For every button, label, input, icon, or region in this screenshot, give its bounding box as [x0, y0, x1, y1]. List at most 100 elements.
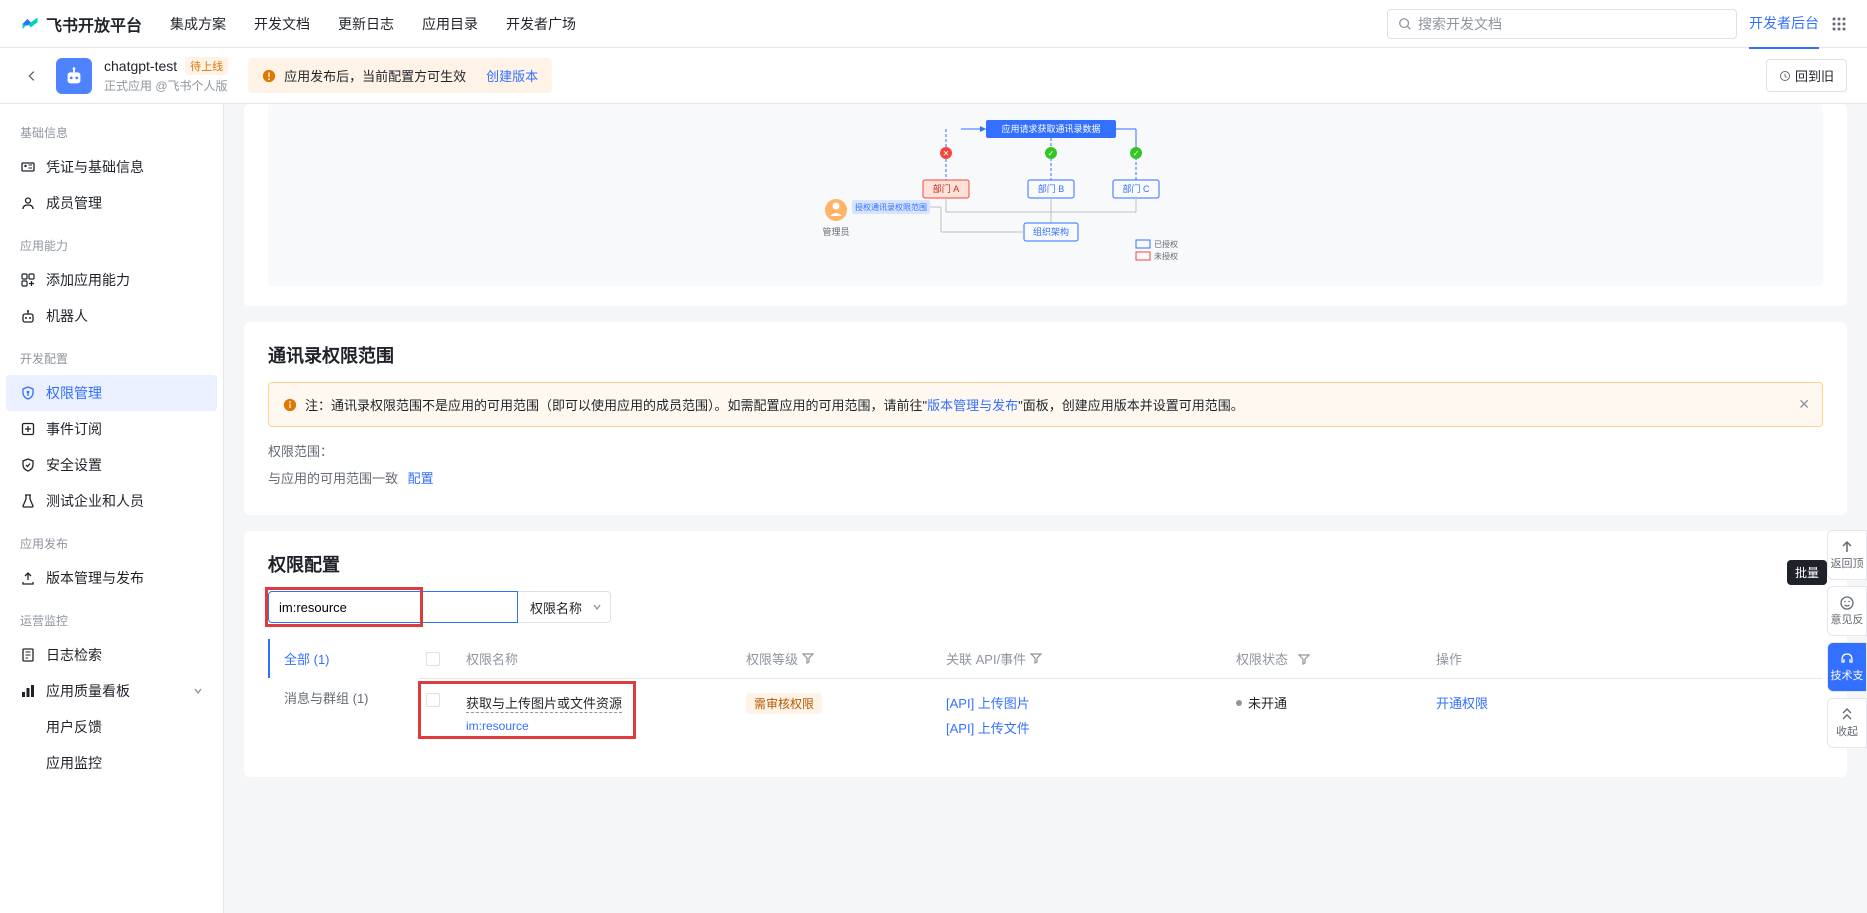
warning-icon: [262, 69, 276, 83]
scope-title: 通讯录权限范围: [268, 342, 1823, 368]
plus-box-icon: [20, 421, 36, 437]
scope-value: 与应用的可用范围一致: [268, 471, 398, 486]
sidebar-item-label: 成员管理: [46, 193, 102, 213]
nav-developers[interactable]: 开发者广场: [506, 14, 576, 34]
level-badge: 需审核权限: [746, 693, 822, 714]
sidebar-item[interactable]: 日志检索: [6, 637, 217, 673]
sidebar-item-label: 权限管理: [46, 383, 102, 403]
shield-key-icon: [20, 385, 36, 401]
sidebar-item[interactable]: 添加应用能力: [6, 262, 217, 298]
content: 应用请求获取通讯录数据 ✕ ✓ ✓ 部门 A 部门 B 部门 C: [224, 104, 1867, 913]
col-action: 操作: [1436, 649, 1815, 668]
sidebar-item[interactable]: 应用监控: [6, 745, 217, 781]
sidebar-item-label: 事件订阅: [46, 419, 102, 439]
svg-text:✕: ✕: [942, 149, 949, 158]
perm-table-head: 权限名称 权限等级 关联 API/事件 权限状态 操作: [418, 639, 1823, 679]
back-top-button[interactable]: 返回顶: [1827, 530, 1867, 580]
perm-type-select[interactable]: 权限名称: [518, 591, 611, 623]
sidebar-item[interactable]: 凭证与基础信息: [6, 149, 217, 185]
collapse-button[interactable]: 收起: [1827, 698, 1867, 748]
perm-code[interactable]: im:resource: [466, 719, 746, 733]
flask-icon: [20, 493, 36, 509]
user-icon: [20, 195, 36, 211]
sidebar-item[interactable]: 应用质量看板: [6, 673, 217, 709]
sidebar-item[interactable]: 用户反馈: [6, 709, 217, 745]
svg-text:部门 B: 部门 B: [1037, 183, 1064, 194]
table-row: 获取与上传图片或文件资源 im:resource 需审核权限 [API] 上传图…: [418, 679, 1823, 757]
api-link-image[interactable]: [API] 上传图片: [946, 693, 1236, 712]
sidebar-item[interactable]: 成员管理: [6, 185, 217, 221]
svg-text:管理员: 管理员: [822, 226, 849, 237]
sidebar-item-label: 版本管理与发布: [46, 568, 144, 588]
chevron-down-icon: [592, 602, 602, 612]
row-checkbox[interactable]: [426, 693, 440, 707]
sidebar-item-label: 添加应用能力: [46, 270, 130, 290]
scope-label: 权限范围：: [268, 441, 1823, 460]
smile-icon: [1839, 595, 1855, 611]
perm-table: 权限名称 权限等级 关联 API/事件 权限状态 操作 获取与上传图片或文件资源…: [418, 639, 1823, 757]
robot-icon: [63, 65, 85, 87]
nav-directory[interactable]: 应用目录: [422, 14, 478, 34]
nav-integration[interactable]: 集成方案: [170, 14, 226, 34]
logo-block[interactable]: 飞书开放平台: [20, 12, 142, 36]
tech-support-button[interactable]: 技术支: [1827, 642, 1867, 692]
svg-text:应用请求获取通讯录数据: 应用请求获取通讯录数据: [1001, 123, 1100, 134]
scope-config-link[interactable]: 配置: [408, 471, 434, 486]
create-version-link[interactable]: 创建版本: [486, 66, 538, 85]
robot-icon: [20, 308, 36, 324]
api-link-file[interactable]: [API] 上传文件: [946, 718, 1236, 737]
sidebar: 基础信息凭证与基础信息成员管理应用能力添加应用能力机器人开发配置权限管理事件订阅…: [0, 104, 224, 913]
svg-text:✓: ✓: [1047, 149, 1054, 158]
top-right: 搜索开发文档 开发者后台: [1387, 9, 1847, 39]
sidebar-item[interactable]: 机器人: [6, 298, 217, 334]
filter-icon[interactable]: [1298, 653, 1310, 665]
float-buttons: 返回顶 意见反 技术支 收起: [1827, 530, 1867, 748]
perm-tab-all[interactable]: 全部 (1): [268, 639, 418, 678]
svg-text:授权通讯录权限范围: 授权通讯录权限范围: [855, 202, 927, 212]
svg-text:✓: ✓: [1132, 149, 1139, 158]
sidebar-item-label: 应用质量看板: [46, 681, 130, 701]
bar-chart-icon: [20, 683, 36, 699]
back-old-button[interactable]: 回到旧: [1766, 59, 1847, 92]
svg-text:部门 C: 部门 C: [1122, 183, 1150, 194]
headset-icon: [1839, 651, 1855, 667]
perm-search-row: 权限名称: [268, 591, 611, 623]
info-icon: [283, 398, 297, 412]
feishu-logo-icon: [20, 14, 40, 34]
version-manage-link[interactable]: 版本管理与发布: [927, 398, 1018, 413]
perm-tab-message[interactable]: 消息与群组 (1): [268, 678, 418, 717]
sidebar-item[interactable]: 版本管理与发布: [6, 560, 217, 596]
filter-icon[interactable]: [1030, 652, 1042, 664]
clock-icon: [1779, 70, 1791, 82]
shield-icon: [20, 457, 36, 473]
close-icon[interactable]: ✕: [1798, 396, 1810, 413]
batch-tooltip: 批量: [1787, 560, 1827, 585]
nav-changelog[interactable]: 更新日志: [338, 14, 394, 34]
sidebar-item[interactable]: 测试企业和人员: [6, 483, 217, 519]
svg-text:部门 A: 部门 A: [932, 183, 959, 194]
app-subtitle: 正式应用 @飞书个人版: [104, 77, 228, 94]
svg-text:未授权: 未授权: [1154, 251, 1178, 261]
app-name: chatgpt-test: [104, 58, 177, 74]
search-box[interactable]: 搜索开发文档: [1387, 9, 1737, 39]
status-dot-icon: [1236, 700, 1242, 706]
app-info: chatgpt-test 待上线 正式应用 @飞书个人版: [104, 57, 228, 94]
sidebar-item[interactable]: 安全设置: [6, 447, 217, 483]
select-all-checkbox[interactable]: [426, 652, 440, 666]
sidebar-section-title: 应用能力: [6, 229, 217, 262]
apps-grid-icon[interactable]: [1831, 16, 1847, 32]
dev-console-link[interactable]: 开发者后台: [1749, 13, 1819, 49]
sidebar-section-title: 基础信息: [6, 116, 217, 149]
diagram-card: 应用请求获取通讯录数据 ✕ ✓ ✓ 部门 A 部门 B 部门 C: [244, 104, 1847, 306]
top-header: 飞书开放平台 集成方案 开发文档 更新日志 应用目录 开发者广场 搜索开发文档 …: [0, 0, 1867, 48]
app-icon: [56, 58, 92, 94]
back-button[interactable]: [20, 64, 44, 88]
nav-docs[interactable]: 开发文档: [254, 14, 310, 34]
perm-search-input[interactable]: [268, 591, 518, 623]
feedback-button[interactable]: 意见反: [1827, 586, 1867, 636]
sidebar-item[interactable]: 事件订阅: [6, 411, 217, 447]
sidebar-item[interactable]: 权限管理: [6, 375, 217, 411]
filter-icon[interactable]: [802, 652, 814, 664]
enable-perm-link[interactable]: 开通权限: [1436, 696, 1488, 711]
col-status: 权限状态: [1236, 649, 1288, 668]
